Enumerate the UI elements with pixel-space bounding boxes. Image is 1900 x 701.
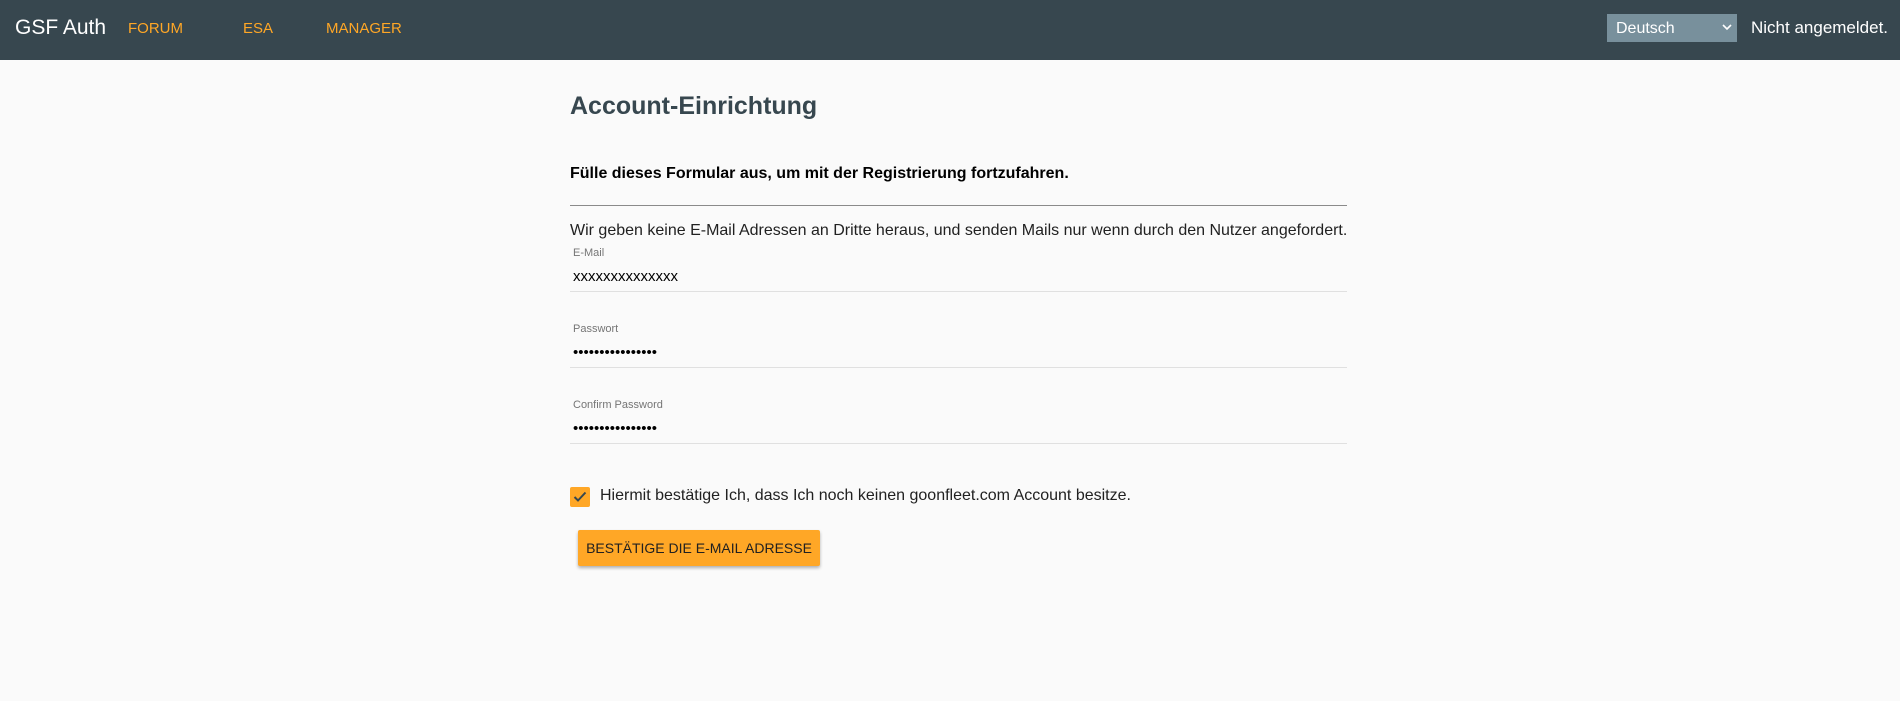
email-label: E-Mail [573,247,605,259]
navbar: GSF Auth FORUM ESA MANAGER Deutsch Nicht… [0,0,1900,60]
password-input[interactable] [573,342,1343,362]
language-select[interactable]: Deutsch [1607,14,1737,42]
email-input[interactable] [573,266,1343,286]
account-confirmation-label[interactable]: Hiermit bestätige Ich, dass Ich noch kei… [600,486,1131,506]
account-confirmation-checkbox[interactable] [570,487,590,507]
check-icon [573,491,587,502]
form-intro-text: Fülle dieses Formular aus, um mit der Re… [570,165,1069,182]
brand-logo[interactable]: GSF Auth [15,15,106,41]
confirm-email-button[interactable]: BESTÄTIGE DIE E-MAIL ADRESSE [578,530,820,566]
divider [570,205,1347,206]
email-field: E-Mail [570,247,1347,292]
page-title: Account-Einrichtung [570,92,818,120]
password-label: Passwort [573,323,619,335]
confirm-password-field: Confirm Password [570,399,1347,444]
nav-link-forum[interactable]: FORUM [128,20,183,38]
nav-link-esa[interactable]: ESA [243,20,273,38]
confirm-password-label: Confirm Password [573,399,663,411]
nav-link-manager[interactable]: MANAGER [326,20,402,38]
login-status: Nicht angemeldet. [1751,18,1889,37]
privacy-note: Wir geben keine E-Mail Adressen an Dritt… [570,222,1348,239]
password-field: Passwort [570,323,1347,368]
confirm-password-input[interactable] [573,418,1343,438]
